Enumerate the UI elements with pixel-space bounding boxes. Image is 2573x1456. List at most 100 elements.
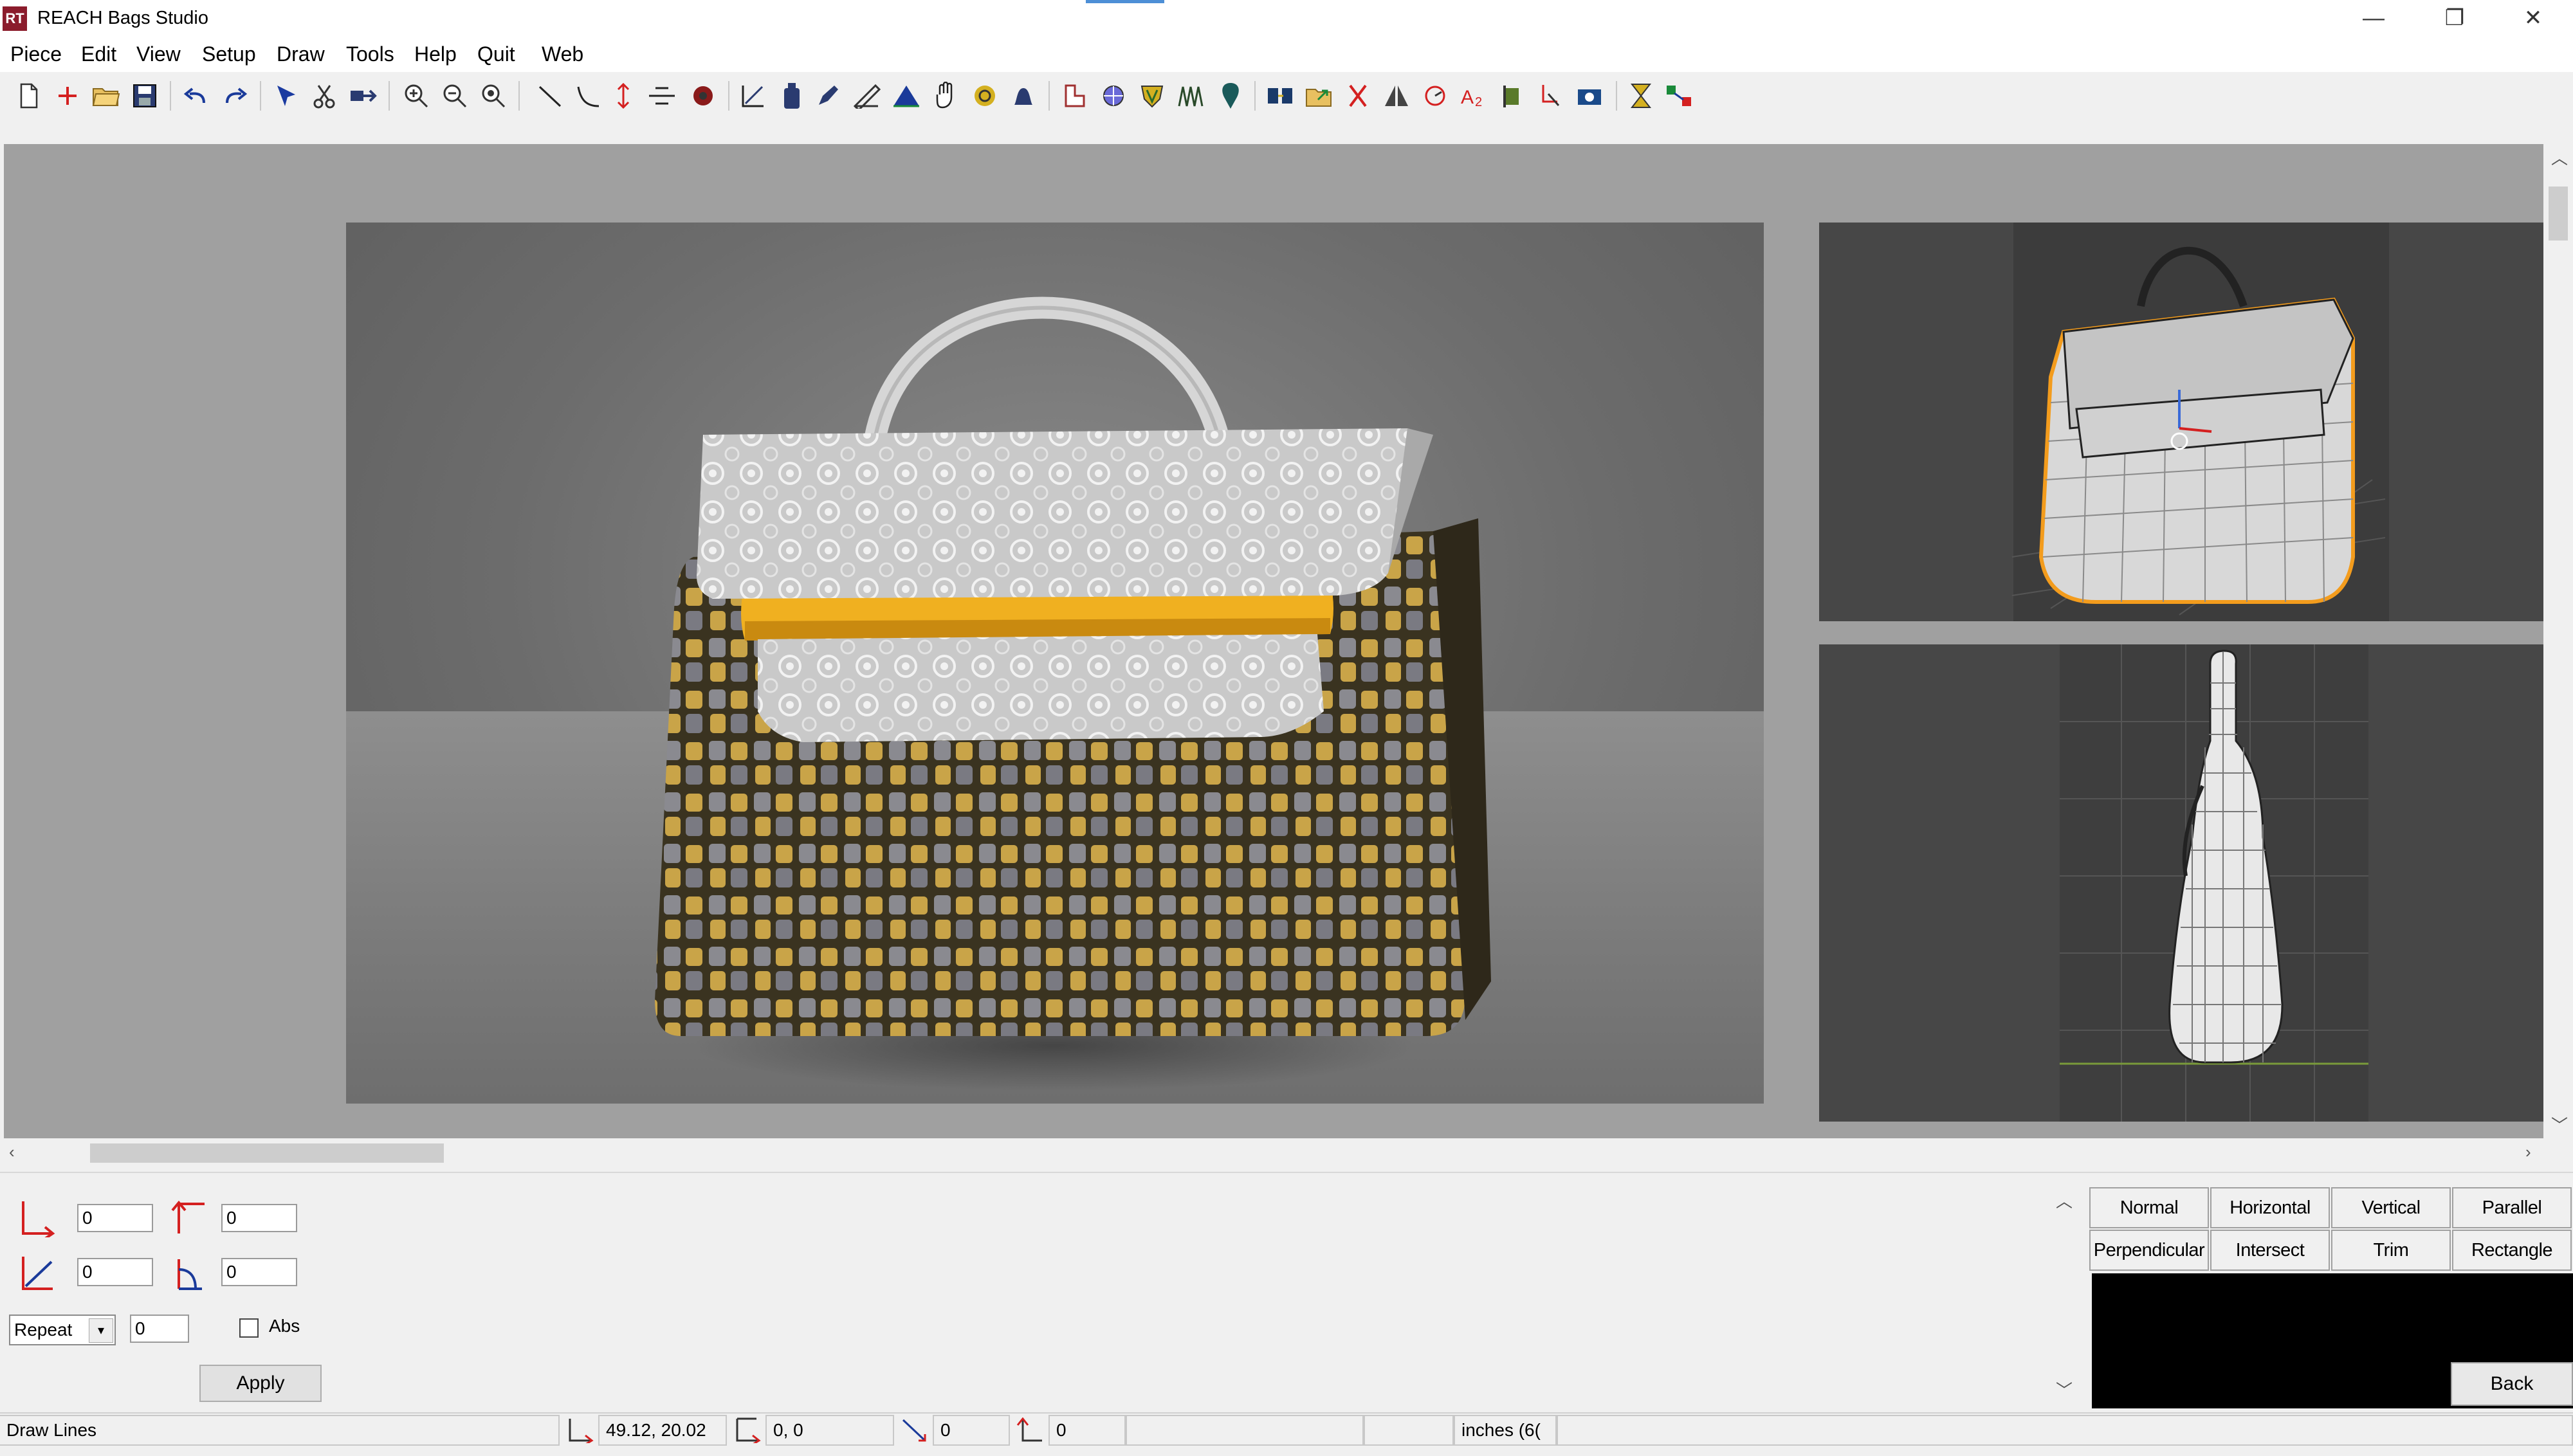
abs-checkbox[interactable] xyxy=(239,1318,259,1338)
panel-scrollbar[interactable]: ︿ ﹀ xyxy=(2049,1187,2083,1403)
toolbar-separator xyxy=(389,81,390,111)
repeat-count-field[interactable]: 0 xyxy=(130,1315,189,1343)
minimize-button[interactable]: — xyxy=(2335,0,2412,36)
save-icon[interactable] xyxy=(129,80,161,112)
toolbar-separator xyxy=(170,81,171,111)
angle-field[interactable]: 0 xyxy=(77,1258,153,1286)
bottle-icon[interactable] xyxy=(776,80,808,112)
menu-view[interactable]: View xyxy=(136,42,181,66)
zoom-in-icon[interactable] xyxy=(400,80,432,112)
mode-intersect-button[interactable]: Intersect xyxy=(2210,1230,2330,1271)
mode-perpendicular-button[interactable]: Perpendicular xyxy=(2089,1230,2209,1271)
move-icon[interactable] xyxy=(347,80,380,112)
zoom-fit-icon[interactable] xyxy=(477,80,509,112)
3d-side-view[interactable] xyxy=(1819,644,2543,1122)
scroll-down-icon[interactable]: ﹀ xyxy=(2551,1113,2568,1136)
svg-text:2: 2 xyxy=(1475,95,1482,109)
split-line-icon[interactable] xyxy=(646,80,678,112)
apply-button[interactable]: Apply xyxy=(199,1365,322,1402)
shield-icon[interactable] xyxy=(1136,80,1168,112)
flag-icon[interactable] xyxy=(1496,80,1528,112)
coords-icon xyxy=(566,1417,594,1446)
camera-icon[interactable] xyxy=(1573,80,1606,112)
draw-line-icon[interactable] xyxy=(534,80,566,112)
3d-perspective-view[interactable] xyxy=(1819,223,2543,621)
globe-icon[interactable] xyxy=(1097,80,1130,112)
scroll-right-icon[interactable]: › xyxy=(2525,1142,2531,1162)
menu-edit[interactable]: Edit xyxy=(81,42,116,66)
merge-icon[interactable] xyxy=(1265,80,1297,112)
mode-horizontal-button[interactable]: Horizontal xyxy=(2210,1187,2330,1228)
mesh-side-illustration xyxy=(2060,644,2368,1122)
scroll-left-icon[interactable]: ‹ xyxy=(9,1142,15,1162)
title-accent xyxy=(1086,0,1164,3)
hand-icon[interactable] xyxy=(930,80,962,112)
panel-scroll-up-icon[interactable]: ︿ xyxy=(2056,1188,2073,1212)
redo-icon[interactable] xyxy=(219,80,251,112)
text-a2-icon[interactable]: A2 xyxy=(1458,80,1490,112)
rotate-icon[interactable] xyxy=(1419,80,1451,112)
draw-curve-icon[interactable] xyxy=(572,80,605,112)
menu-piece[interactable]: Piece xyxy=(10,42,62,66)
link-icon[interactable] xyxy=(1663,80,1696,112)
axis-icon[interactable] xyxy=(737,80,769,112)
menu-quit[interactable]: Quit xyxy=(477,42,515,66)
scroll-up-icon[interactable]: ︿ xyxy=(2551,145,2568,169)
menu-draw[interactable]: Draw xyxy=(277,42,325,66)
toolbar-separator xyxy=(1616,81,1617,111)
toolbar-separator xyxy=(1254,81,1256,111)
spiral-icon[interactable] xyxy=(969,80,1001,112)
abs-label: Abs xyxy=(269,1316,300,1336)
mode-vertical-button[interactable]: Vertical xyxy=(2331,1187,2451,1228)
piece-icon[interactable] xyxy=(1059,80,1091,112)
bell-icon[interactable] xyxy=(1007,80,1039,112)
mode-parallel-button[interactable]: Parallel xyxy=(2452,1187,2572,1228)
ruler-icon[interactable] xyxy=(850,80,883,112)
zoom-out-icon[interactable] xyxy=(439,80,471,112)
toolbar: A2 xyxy=(0,72,2573,120)
back-button[interactable]: Back xyxy=(2451,1362,2573,1406)
x-offset-icon xyxy=(19,1199,58,1241)
y-offset-field[interactable]: 0 xyxy=(221,1204,297,1232)
point-icon[interactable] xyxy=(687,80,719,112)
chevron-down-icon[interactable]: ▾ xyxy=(89,1318,113,1343)
x-offset-field[interactable]: 0 xyxy=(77,1204,153,1232)
vertical-arrow-icon[interactable] xyxy=(607,80,639,112)
menu-tools[interactable]: Tools xyxy=(346,42,394,66)
select-arrow-icon[interactable] xyxy=(270,80,302,112)
rotation-icon xyxy=(169,1254,207,1296)
mode-normal-button[interactable]: Normal xyxy=(2089,1187,2209,1228)
maximize-button[interactable]: ❐ xyxy=(2416,0,2493,36)
hourglass-icon[interactable] xyxy=(1625,80,1657,112)
scissors-icon[interactable] xyxy=(309,80,341,112)
triangle-icon[interactable] xyxy=(890,80,922,112)
undo-icon[interactable] xyxy=(180,80,212,112)
toolbar-separator xyxy=(1048,81,1050,111)
mode-trim-button[interactable]: Trim xyxy=(2331,1230,2451,1271)
rotation-field[interactable]: 0 xyxy=(221,1258,297,1286)
vertical-scroll-thumb[interactable] xyxy=(2549,187,2568,241)
trim-icon[interactable] xyxy=(1535,80,1567,112)
status-empty-1 xyxy=(1126,1415,1364,1446)
open-folder-icon[interactable] xyxy=(90,80,122,112)
angle-status-icon xyxy=(1016,1417,1045,1446)
pen-icon[interactable] xyxy=(812,80,844,112)
offset-icon xyxy=(733,1417,762,1446)
y-offset-icon xyxy=(169,1199,207,1241)
export-icon[interactable] xyxy=(1303,80,1335,112)
new-file-icon[interactable] xyxy=(13,80,45,112)
add-icon[interactable] xyxy=(51,80,84,112)
menu-setup[interactable]: Setup xyxy=(202,42,256,66)
mode-rectangle-button[interactable]: Rectangle xyxy=(2452,1230,2572,1271)
close-button[interactable]: ✕ xyxy=(2495,0,2572,36)
grain-icon[interactable] xyxy=(1175,80,1207,112)
cut-icon[interactable] xyxy=(1342,80,1374,112)
menu-web[interactable]: Web xyxy=(542,42,583,66)
panel-scroll-down-icon[interactable]: ﹀ xyxy=(2056,1378,2073,1401)
horizontal-scroll-thumb[interactable] xyxy=(90,1143,444,1163)
mirror-icon[interactable] xyxy=(1380,80,1413,112)
status-units: inches (6( xyxy=(1454,1415,1557,1446)
vertical-scrollbar[interactable]: ︿ ﹀ xyxy=(2543,144,2573,1138)
balloon-icon[interactable] xyxy=(1214,80,1247,112)
menu-help[interactable]: Help xyxy=(414,42,457,66)
